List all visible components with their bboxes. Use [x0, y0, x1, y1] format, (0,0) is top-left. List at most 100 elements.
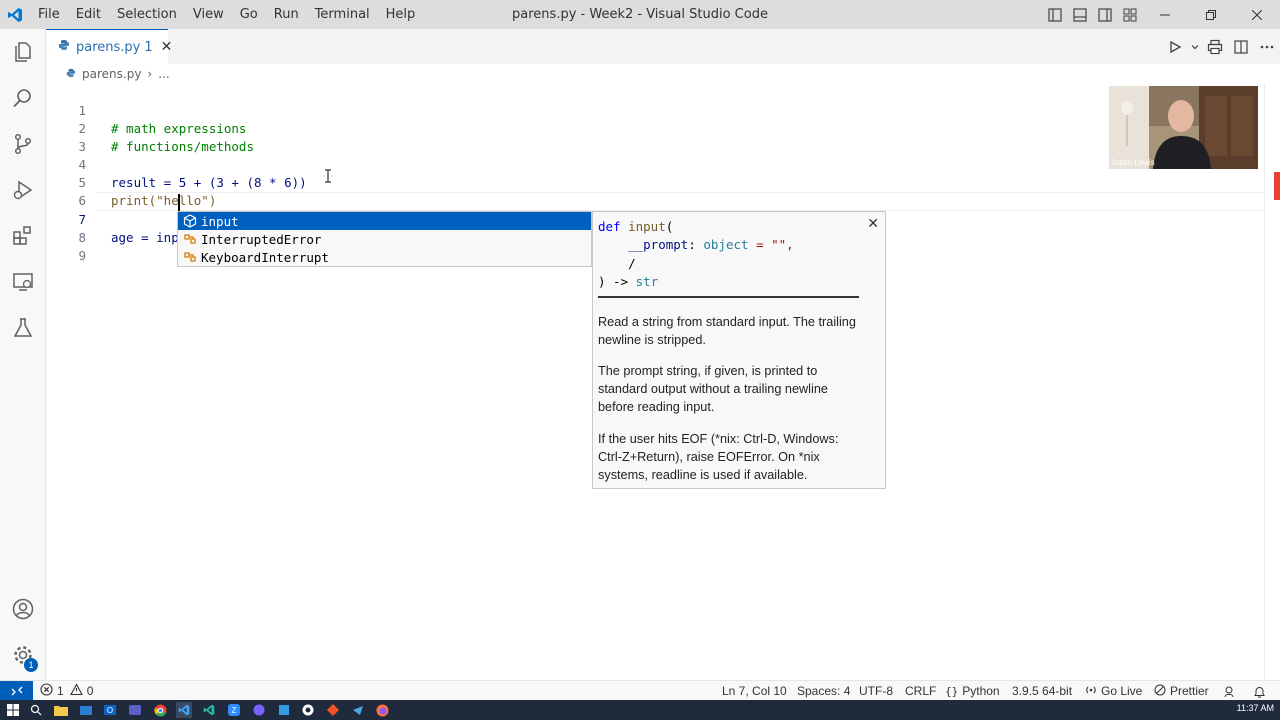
app-icon[interactable]	[251, 702, 267, 718]
close-details-icon[interactable]: ✕	[867, 216, 879, 232]
system-clock[interactable]: 11:37 AM	[1237, 703, 1274, 713]
menu-view[interactable]: View	[185, 0, 232, 29]
toggle-panel-icon[interactable]	[1067, 0, 1092, 29]
tab-problem-count: 1	[144, 39, 153, 55]
chrome-icon[interactable]	[152, 702, 168, 718]
minimize-icon[interactable]	[1142, 0, 1188, 29]
text-cursor	[178, 194, 180, 211]
breadcrumb-file[interactable]: parens.py	[82, 67, 141, 81]
firefox-icon[interactable]	[374, 702, 390, 718]
customize-layout-icon[interactable]	[1117, 0, 1142, 29]
sig-return-arrow: ) ->	[598, 274, 636, 290]
prettier-check-icon	[1154, 684, 1166, 699]
go-live-button[interactable]: Go Live	[1085, 681, 1142, 701]
editor-actions	[1162, 29, 1280, 64]
tab-label: parens.py	[76, 39, 141, 55]
problems-indicator[interactable]: 1 0	[40, 681, 93, 701]
sig-return-type: str	[635, 274, 659, 290]
code-line-7: 7 age = inp	[46, 193, 1280, 245]
run-options-chevron-down-icon[interactable]	[1188, 29, 1202, 64]
toggle-secondary-sidebar-icon[interactable]	[1092, 0, 1117, 29]
taskbar-search-icon[interactable]	[28, 702, 44, 718]
vscode-taskbar-icon[interactable]	[176, 702, 192, 718]
run-python-file-icon[interactable]	[1162, 29, 1188, 64]
code-line-6: 6	[46, 174, 1280, 208]
feedback-icon[interactable]	[1224, 681, 1237, 701]
taskbar-app-icon[interactable]	[78, 702, 94, 718]
source-control-icon[interactable]	[0, 121, 46, 167]
extensions-icon[interactable]	[0, 213, 46, 259]
sig-keyword: def	[598, 219, 621, 234]
line-ending[interactable]: CRLF	[905, 681, 936, 701]
broadcast-icon	[1085, 684, 1097, 699]
title-controls	[1042, 0, 1280, 29]
menu-go[interactable]: Go	[232, 0, 266, 29]
run-debug-icon[interactable]	[0, 167, 46, 213]
menu-help[interactable]: Help	[378, 0, 424, 29]
windows-start-icon[interactable]	[5, 702, 21, 718]
tab-close-icon[interactable]: ✕	[161, 39, 173, 55]
os-taskbar: O Z 11:37 AM	[0, 700, 1280, 720]
toggle-sidebar-icon[interactable]	[1042, 0, 1067, 29]
encoding[interactable]: UTF-8	[859, 681, 893, 701]
webcam-name-label: Justin Lewis	[1111, 158, 1155, 167]
file-explorer-icon[interactable]	[53, 702, 69, 718]
explorer-icon[interactable]	[0, 29, 46, 75]
language-mode[interactable]: {} Python	[945, 681, 1000, 701]
doc-paragraph: If the user hits EOF (*nix: Ctrl-D, Wind…	[598, 432, 839, 482]
remote-indicator-icon[interactable]	[0, 681, 33, 701]
indentation[interactable]: Spaces: 4	[797, 681, 850, 701]
vscode-insiders-icon[interactable]	[201, 702, 217, 718]
outlook-icon[interactable]: O	[102, 702, 118, 718]
app-icon[interactable]	[276, 702, 292, 718]
suggestion-item[interactable]: input	[178, 212, 591, 230]
suggestion-label: input	[201, 213, 239, 229]
more-actions-icon[interactable]	[1254, 29, 1280, 64]
prettier-status[interactable]: Prettier	[1154, 681, 1209, 701]
breadcrumb-symbols[interactable]: ...	[158, 67, 169, 81]
suggestion-item[interactable]: InterruptedError	[178, 230, 591, 248]
testing-icon[interactable]	[0, 305, 46, 351]
python-file-icon	[58, 39, 70, 55]
ibeam-cursor-icon	[323, 168, 333, 183]
app-icon[interactable]	[300, 702, 316, 718]
scrollbar-error-marker	[1274, 172, 1280, 200]
remote-explorer-icon[interactable]	[0, 259, 46, 305]
warning-icon	[69, 683, 83, 699]
sig-default: = "",	[748, 237, 794, 253]
line-number: 9	[78, 248, 86, 263]
details-divider	[598, 296, 859, 298]
search-icon[interactable]	[0, 75, 46, 121]
code-line-2: 2 # functions/methods	[46, 102, 1280, 154]
menu-file[interactable]: File	[30, 0, 68, 29]
error-icon	[40, 683, 53, 699]
print-icon[interactable]	[1202, 29, 1228, 64]
restore-icon[interactable]	[1188, 0, 1234, 29]
notifications-bell-icon[interactable]	[1253, 681, 1266, 701]
vscode-window: File Edit Selection View Go Run Terminal…	[0, 0, 1280, 720]
breadcrumb: parens.py › ...	[46, 64, 1280, 84]
menu-terminal[interactable]: Terminal	[307, 0, 378, 29]
python-interpreter[interactable]: 3.9.5 64-bit	[1012, 681, 1072, 701]
breadcrumb-separator: ›	[147, 67, 153, 81]
suggestion-item[interactable]: KeyboardInterrupt	[178, 248, 591, 266]
zoom-icon[interactable]: Z	[226, 702, 242, 718]
menu-run[interactable]: Run	[266, 0, 307, 29]
vscode-logo-icon	[0, 0, 30, 29]
accounts-icon[interactable]	[0, 586, 46, 632]
teams-icon[interactable]	[127, 702, 143, 718]
tab-parens-py[interactable]: parens.py 1 ✕	[46, 29, 172, 64]
manage-gear-icon[interactable]: 1	[0, 632, 46, 678]
class-icon	[182, 231, 198, 247]
split-editor-icon[interactable]	[1228, 29, 1254, 64]
function-cube-icon	[182, 213, 198, 229]
close-window-icon[interactable]	[1234, 0, 1280, 29]
app-icon[interactable]	[350, 702, 366, 718]
app-icon[interactable]	[325, 702, 341, 718]
cursor-position[interactable]: Ln 7, Col 10	[722, 681, 787, 701]
function-signature: def input( __prompt: object = "", / ) ->…	[598, 218, 794, 292]
sig-colon: :	[688, 237, 696, 253]
menu-selection[interactable]: Selection	[109, 0, 185, 29]
status-bar: 1 0 Ln 7, Col 10 Spaces: 4 UTF-8 CRLF {}…	[0, 680, 1280, 701]
menu-edit[interactable]: Edit	[68, 0, 109, 29]
